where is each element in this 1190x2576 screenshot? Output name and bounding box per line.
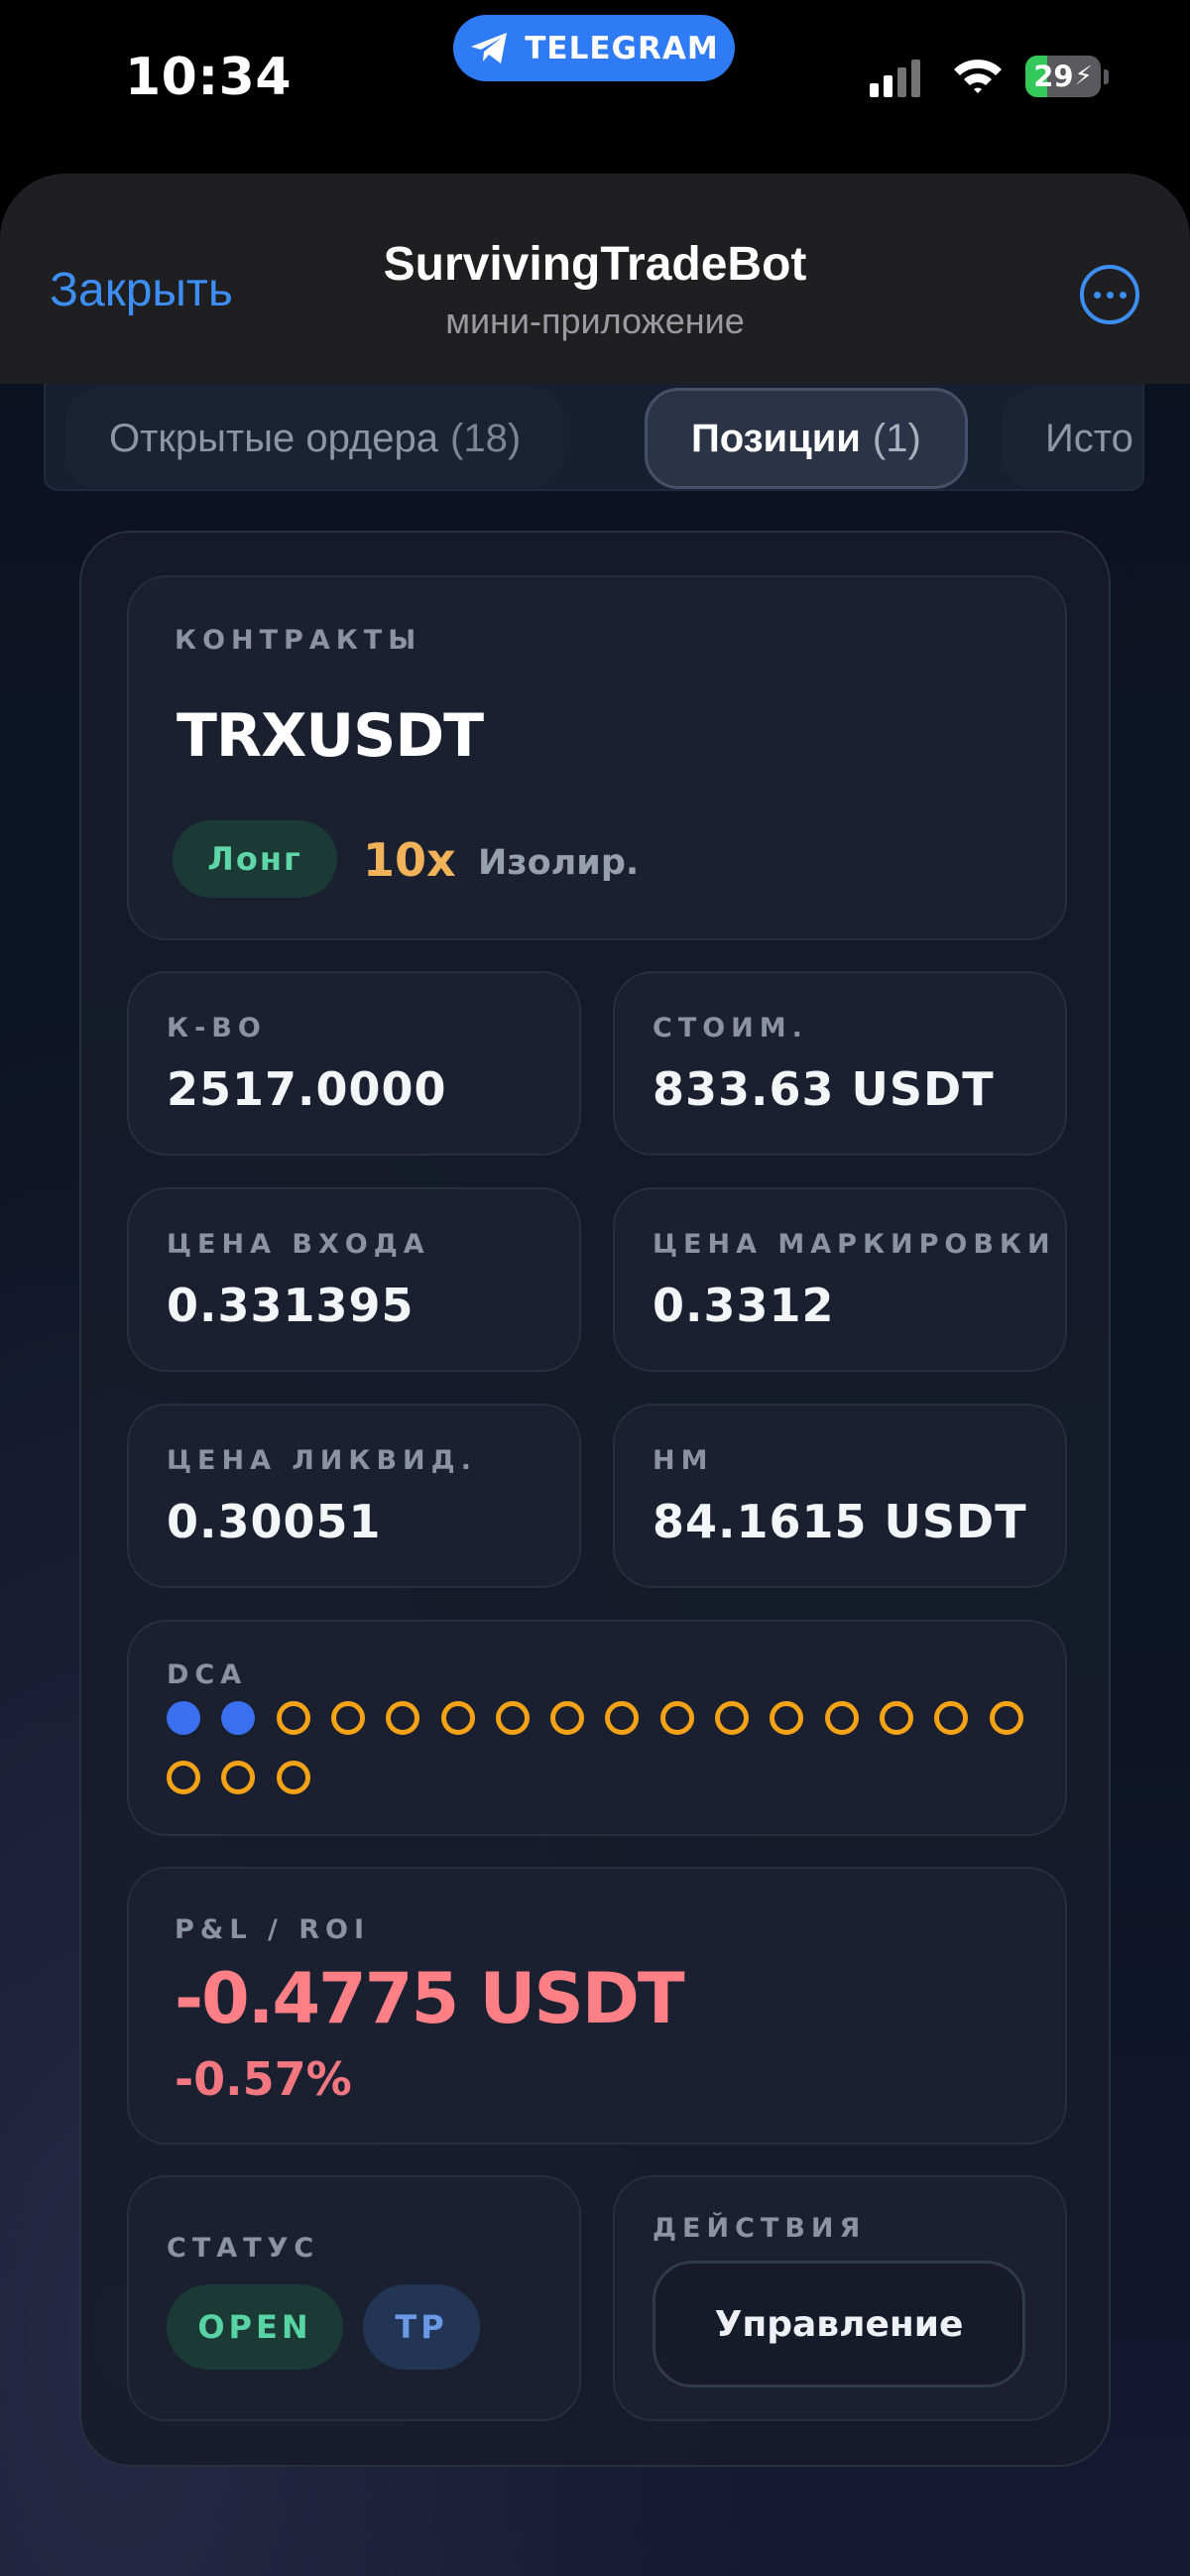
entry-box: ЦЕНА ВХОДА 0.331395 [127,1187,581,1372]
qty-value: 2517.0000 [167,1062,447,1116]
tab-label: Открытые ордера [109,416,439,460]
nm-value: 84.1615 USDT [653,1495,1027,1548]
pnl-box: P&L / ROI -0.4775 USDT -0.57% [127,1867,1067,2145]
dca-dot-empty [276,1701,310,1735]
app-subtitle: мини-приложение [445,301,745,341]
dca-box: DCA [127,1620,1067,1836]
charging-icon: ⚡ [1074,61,1093,91]
entry-caption: ЦЕНА ВХОДА [167,1229,430,1260]
tab-history[interactable]: Исто [1002,388,1142,489]
battery-level: 29 [1033,60,1074,93]
dca-dot-empty [659,1701,694,1735]
dca-dot-empty [495,1701,530,1735]
value-box: СТОИМ. 833.63 USDT [613,971,1067,1156]
liq-value: 0.30051 [167,1495,382,1548]
more-options-icon[interactable] [1080,265,1139,324]
side-badge: Лонг [173,820,337,898]
qty-box: К-ВО 2517.0000 [127,971,581,1156]
qty-caption: К-ВО [167,1013,267,1043]
pnl-value: -0.4775 USDT [175,1958,685,2039]
tab-label: Позиции [691,416,861,460]
liq-caption: ЦЕНА ЛИКВИД. [167,1445,477,1476]
mini-app-sheet: Закрыть SurvivingTradeBot мини-приложени… [0,174,1190,2576]
dca-caption: DCA [167,1659,248,1690]
dca-dot-empty [879,1701,913,1735]
status-caption: СТАТУС [167,2233,320,2264]
actions-box: ДЕЙСТВИЯ Управление [613,2175,1067,2421]
tab-count: (18) [450,416,522,460]
dca-dot-empty [221,1761,256,1794]
mark-caption: ЦЕНА МАРКИРОВКИ [653,1229,1056,1260]
dca-dot-empty [715,1701,749,1735]
telegram-icon [471,32,508,63]
battery-cap [1104,69,1109,84]
status-open-badge: OPEN [167,2284,343,2370]
actions-caption: ДЕЙСТВИЯ [653,2213,867,2244]
dca-dot-empty [440,1701,475,1735]
value-value: 833.63 USDT [653,1062,995,1116]
roi-value: -0.57% [175,2052,352,2106]
position-card: КОНТРАКТЫ TRXUSDT Лонг 10x Изолир. К-ВО … [79,531,1111,2467]
signal-icon [870,60,920,97]
nm-caption: НМ [653,1445,714,1476]
leverage: 10x [363,833,456,887]
telegram-pill[interactable]: TELEGRAM [453,15,735,81]
dca-dot-empty [330,1701,365,1735]
pnl-caption: P&L / ROI [175,1914,370,1945]
tab-open-orders[interactable]: Открытые ордера (18) [65,388,565,489]
entry-value: 0.331395 [167,1279,415,1332]
status-bar: 10:34 TELEGRAM 29 ⚡ [0,0,1190,159]
status-tp-badge: TP [363,2284,480,2370]
dca-dot-filled [221,1701,256,1735]
dca-dot-empty [276,1761,310,1794]
liq-box: ЦЕНА ЛИКВИД. 0.30051 [127,1404,581,1588]
dca-dot-empty [550,1701,585,1735]
value-caption: СТОИМ. [653,1013,808,1043]
dca-dot-empty [989,1701,1023,1735]
clock: 10:34 [125,48,293,107]
tab-count: (1) [872,416,921,460]
dca-dot-filled [167,1701,200,1735]
contracts-caption: КОНТРАКТЫ [175,625,422,656]
mini-app-header: Закрыть SurvivingTradeBot мини-приложени… [0,174,1190,384]
margin-mode: Изолир. [478,843,640,883]
status-box: СТАТУС OPEN TP [127,2175,581,2421]
dca-dot-empty [605,1701,640,1735]
tab-label: Исто [1045,416,1133,460]
dca-dot-empty [386,1701,420,1735]
telegram-label: TELEGRAM [525,30,719,66]
tab-positions[interactable]: Позиции (1) [645,388,968,489]
wifi-icon [954,60,1002,93]
manage-button[interactable]: Управление [653,2261,1025,2388]
symbol: TRXUSDT [177,701,484,771]
mark-value: 0.3312 [653,1279,835,1332]
mark-box: ЦЕНА МАРКИРОВКИ 0.3312 [613,1187,1067,1372]
contract-box: КОНТРАКТЫ TRXUSDT Лонг 10x Изолир. [127,575,1067,940]
dca-dot-empty [167,1761,200,1794]
dca-dot-empty [824,1701,859,1735]
app-title: SurvivingTradeBot [383,238,807,291]
dca-dot-empty [770,1701,804,1735]
battery-icon: 29 ⚡ [1025,56,1101,97]
dca-dot-empty [934,1701,969,1735]
nm-box: НМ 84.1615 USDT [613,1404,1067,1588]
